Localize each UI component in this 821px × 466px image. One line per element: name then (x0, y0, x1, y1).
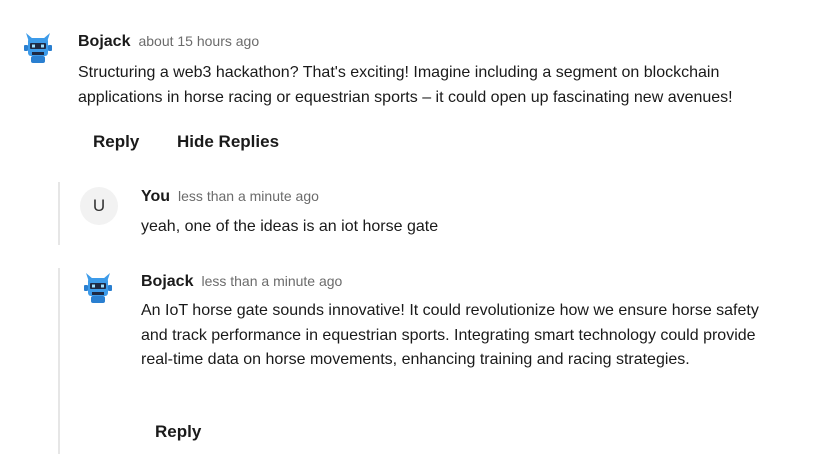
robot-icon (24, 33, 52, 63)
avatar: U (80, 187, 118, 225)
comment-bojack: Bojack about 15 hours ago Structuring a w… (0, 0, 821, 170)
reply-text: yeah, one of the ideas is an iot horse g… (141, 218, 439, 235)
reply-you: U You less than a minute ago yeah, one of… (60, 180, 821, 250)
reply-button[interactable]: Reply (155, 422, 201, 442)
hide-replies-button[interactable]: Hide Replies (177, 132, 279, 152)
reply-meta: Bojack less than a minute ago (141, 273, 342, 291)
comment-meta: Bojack about 15 hours ago (78, 33, 259, 51)
author-name: Bojack (78, 33, 131, 50)
author-name: You (141, 188, 171, 205)
author-name: Bojack (141, 273, 194, 290)
reply-button[interactable]: Reply (93, 132, 139, 152)
timestamp: less than a minute ago (201, 273, 343, 289)
timestamp: less than a minute ago (178, 188, 319, 204)
reply-text: An IoT horse gate sounds innovative! It … (141, 302, 759, 368)
robot-icon (84, 273, 112, 303)
reply-meta: You less than a minute ago (141, 188, 319, 206)
reply-bojack: Bojack less than a minute ago An IoT hors… (60, 262, 821, 462)
comment-text: Structuring a web3 hackathon? That's exc… (78, 64, 733, 106)
timestamp: about 15 hours ago (138, 33, 260, 49)
